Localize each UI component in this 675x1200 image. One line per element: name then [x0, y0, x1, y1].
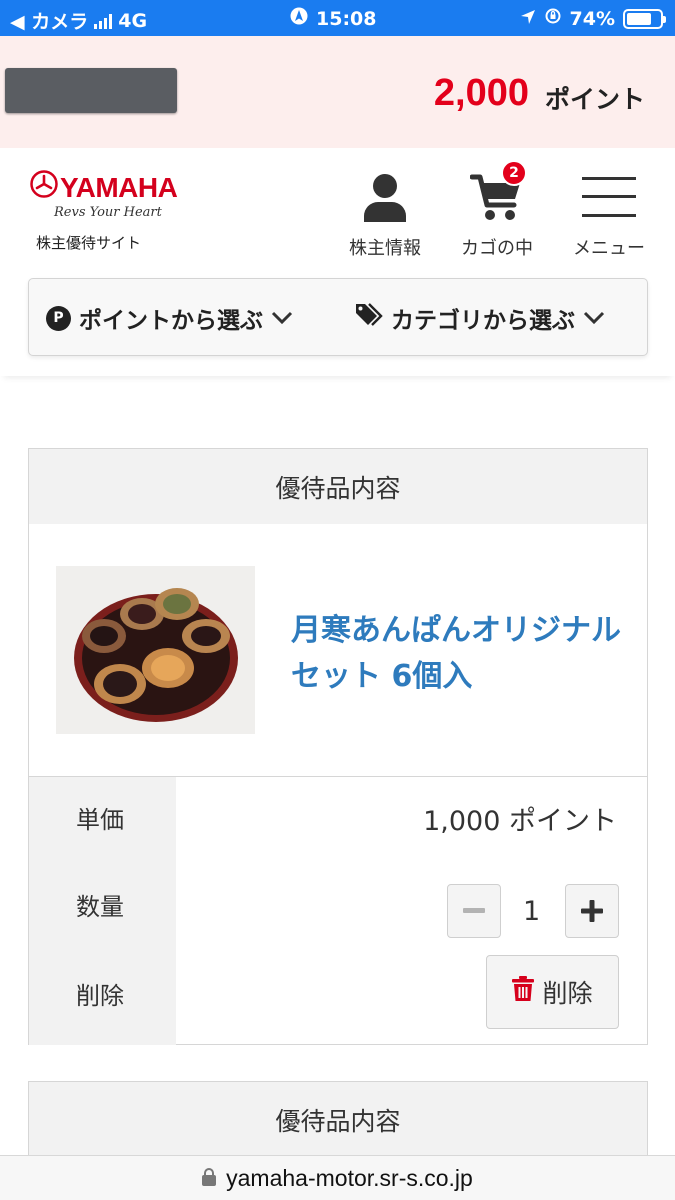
section-heading: 優待品内容: [29, 449, 647, 524]
filter-by-points-label: ポイントから選ぶ: [79, 308, 263, 334]
hamburger-menu-icon: [565, 168, 653, 226]
logo-tagline: Revs Your Heart: [54, 205, 162, 220]
points-banner: 2,000 ポイント: [0, 36, 675, 148]
quantity-increase-button[interactable]: [565, 884, 619, 938]
chevron-down-icon: [583, 305, 605, 331]
chevron-down-icon: [271, 305, 293, 331]
url-text: yamaha-motor.sr-s.co.jp: [226, 1164, 473, 1191]
cart-label: カゴの中: [461, 238, 533, 259]
delete-label: 削除: [29, 963, 176, 1023]
redacted-user-name: [5, 68, 177, 113]
browser-url-bar[interactable]: yamaha-motor.sr-s.co.jp: [0, 1155, 675, 1200]
filter-by-category-dropdown[interactable]: カテゴリから選ぶ: [355, 301, 605, 335]
lock-icon: [202, 1165, 217, 1192]
tags-icon: [355, 302, 383, 334]
member-info-button[interactable]: 株主情報: [343, 168, 427, 260]
minus-icon: [463, 908, 485, 913]
cart-item-card: 優待品内容 月寒あんぱんオリジナルセット 6個入 単価 1,000 ポイント 数…: [28, 448, 648, 1045]
battery-icon: [623, 8, 666, 29]
quantity-label: 数量: [29, 874, 176, 934]
filter-by-category-label: カテゴリから選ぶ: [391, 308, 575, 334]
orientation-lock-icon: [544, 7, 562, 30]
network-type: 4G: [118, 9, 148, 32]
plus-icon: [581, 900, 603, 922]
site-name: 株主優待サイト: [36, 234, 142, 252]
cart-icon: 2: [455, 160, 539, 226]
quantity-decrease-button[interactable]: [447, 884, 501, 938]
next-section-heading: 優待品内容: [29, 1082, 647, 1157]
location-services-icon: [290, 7, 308, 30]
site-header: YAMAHA Revs Your Heart 株主優待サイト 株主情報 2 カゴ…: [0, 148, 675, 376]
person-icon: [343, 168, 427, 226]
product-row: 月寒あんぱんオリジナルセット 6個入: [29, 524, 647, 777]
signal-icon: [94, 13, 113, 29]
quantity-value: 1: [523, 896, 541, 927]
clock: 15:08: [316, 7, 377, 30]
yamaha-logo[interactable]: YAMAHA Revs Your Heart 株主優待サイト: [30, 170, 178, 253]
unit-price-value: 1,000 ポイント: [423, 806, 617, 837]
points-p-icon: P: [46, 305, 71, 331]
delete-item-button[interactable]: 削除: [486, 955, 619, 1029]
back-to-camera-link[interactable]: ◀ カメラ: [10, 7, 88, 34]
trash-icon: [512, 976, 535, 1008]
unit-price-label: 単価: [29, 787, 176, 847]
status-bar: ◀ カメラ 4G 15:08 74%: [0, 0, 675, 36]
points-balance: 2,000: [433, 72, 529, 114]
product-image[interactable]: [56, 566, 255, 734]
cart-count-badge: 2: [501, 160, 527, 186]
member-info-label: 株主情報: [349, 238, 421, 259]
cart-button[interactable]: 2 カゴの中: [455, 160, 539, 260]
battery-percent: 74%: [569, 7, 615, 30]
location-arrow-icon: [520, 8, 536, 30]
product-name-link[interactable]: 月寒あんぱんオリジナルセット 6個入: [291, 608, 631, 700]
delete-button-label: 削除: [542, 979, 593, 1008]
logo-wordmark: YAMAHA: [60, 171, 178, 203]
menu-button[interactable]: メニュー: [565, 168, 653, 260]
tuning-fork-emblem-icon: [30, 170, 58, 205]
menu-label: メニュー: [573, 238, 645, 259]
filter-bar: P ポイントから選ぶ カテゴリから選ぶ: [28, 278, 648, 356]
filter-by-points-dropdown[interactable]: P ポイントから選ぶ: [46, 301, 293, 335]
points-unit: ポイント: [544, 85, 645, 114]
